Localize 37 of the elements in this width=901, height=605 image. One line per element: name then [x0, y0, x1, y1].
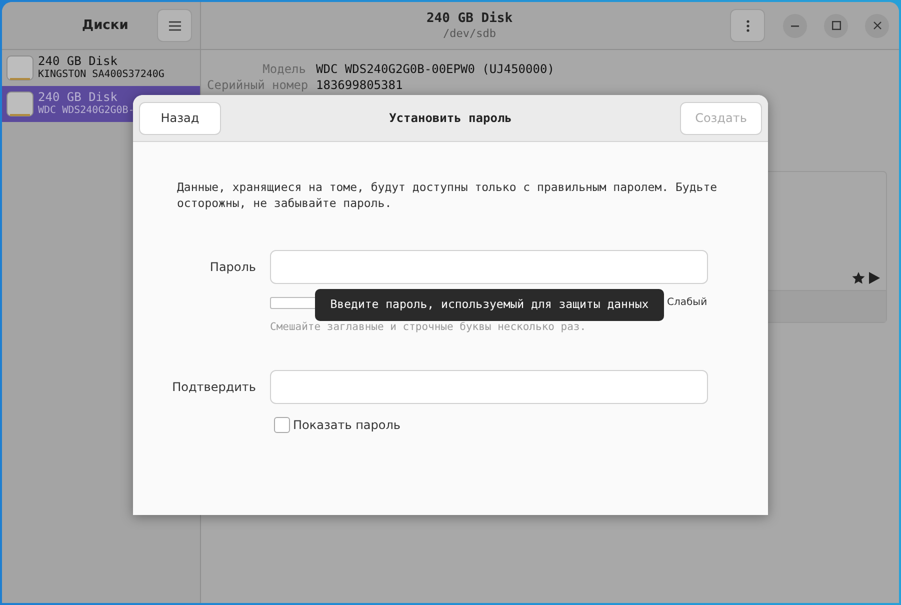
more-icon: [746, 20, 750, 32]
password-field[interactable]: [270, 250, 708, 284]
minimize-button[interactable]: [783, 14, 807, 38]
back-button[interactable]: Назад: [139, 102, 221, 134]
field-label: Пароль: [208, 259, 256, 276]
field-label: Подтвердить: [171, 378, 256, 396]
tooltip-text: Введите пароль, используемый для защиты данных: [330, 296, 649, 314]
dialog-message: Данные, хранящиеся на томе, будут доступны только с правильным паролем. Будьте осторожны, не забывайте пароль.: [177, 179, 718, 211]
maximize-icon: [832, 21, 840, 30]
maximize-button[interactable]: [824, 14, 848, 38]
disk-model: WDC WDS240G2G0B-: [38, 105, 134, 118]
close-icon: [872, 21, 882, 30]
close-button[interactable]: [865, 14, 889, 38]
strength-reading: Слабый: [667, 296, 708, 310]
drive-icon: [6, 54, 34, 82]
disk-name: 240 GB Disk: [38, 90, 118, 106]
sidebar-title: Диски: [82, 16, 130, 35]
detail-label: Модель: [262, 61, 306, 77]
star-icon: [852, 272, 865, 284]
play-icon: [869, 272, 880, 284]
checkbox-label: Показать пароль: [293, 416, 400, 434]
password-hint: Смешайте заглавные и строчные буквы несколько раз.: [270, 320, 588, 335]
minimize-icon: [791, 24, 799, 26]
detail-value: 183699805381: [316, 77, 403, 93]
dialog-title: Установить пароль: [388, 110, 513, 127]
disk-name: 240 GB Disk: [38, 54, 118, 70]
disk-model: KINGSTON SA400S37240G: [38, 69, 164, 82]
menu-button[interactable]: [157, 9, 192, 42]
detail-label: Серийный номер: [207, 77, 306, 93]
detail-value: WDC WDS240G2G0B-00EPW0 (UJ450000): [316, 61, 554, 77]
checkbox[interactable]: [274, 416, 290, 433]
window-subtitle: /dev/sdb: [443, 26, 496, 40]
disk-list-item[interactable]: 240 GB Disk KINGSTON SA400S37240G: [2, 50, 200, 86]
drive-icon: [6, 90, 34, 118]
menu-icon: [168, 20, 180, 30]
window-title: 240 GB Disk: [426, 10, 513, 27]
confirm-field[interactable]: [270, 370, 708, 404]
